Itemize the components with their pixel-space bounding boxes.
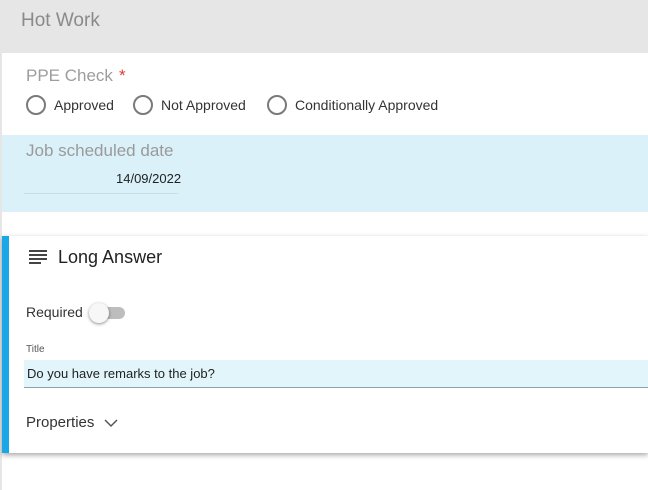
- ppe-check-label-text: PPE Check: [26, 66, 113, 85]
- radio-circle-icon[interactable]: [26, 95, 46, 115]
- radio-not-approved-label: Not Approved: [161, 97, 246, 113]
- required-asterisk: *: [118, 66, 126, 85]
- radio-approved[interactable]: Approved: [26, 95, 114, 115]
- chevron-down-icon[interactable]: [104, 418, 118, 428]
- properties-toggle[interactable]: Properties: [26, 414, 118, 431]
- radio-conditionally-approved[interactable]: Conditionally Approved: [267, 95, 438, 115]
- app-header: Hot Work: [0, 0, 648, 52]
- long-answer-card[interactable]: Long Answer Required Title Properties: [2, 236, 648, 453]
- radio-circle-icon[interactable]: [133, 95, 153, 115]
- radio-conditionally-approved-label: Conditionally Approved: [295, 97, 439, 113]
- job-date-panel: Job scheduled date 14/09/2022: [2, 135, 648, 212]
- card-title: Long Answer: [58, 247, 163, 267]
- form-title: Hot Work: [21, 10, 100, 31]
- radio-not-approved[interactable]: Not Approved: [133, 95, 246, 115]
- toggle-thumb[interactable]: [89, 303, 109, 323]
- radio-approved-label: Approved: [54, 97, 114, 113]
- job-date-underline: [24, 193, 178, 194]
- job-date-label: Job scheduled date: [26, 141, 174, 160]
- properties-label: Properties: [26, 414, 95, 431]
- subject-icon: [29, 250, 47, 264]
- required-toggle[interactable]: [89, 303, 127, 323]
- job-date-value[interactable]: 14/09/2022: [116, 171, 181, 186]
- ppe-check-label: PPE Check *: [26, 66, 126, 86]
- title-field-label: Title: [26, 344, 45, 355]
- required-label: Required: [26, 304, 83, 320]
- title-field[interactable]: [24, 360, 648, 388]
- radio-circle-icon[interactable]: [267, 95, 287, 115]
- card-accent-bar: [2, 236, 9, 453]
